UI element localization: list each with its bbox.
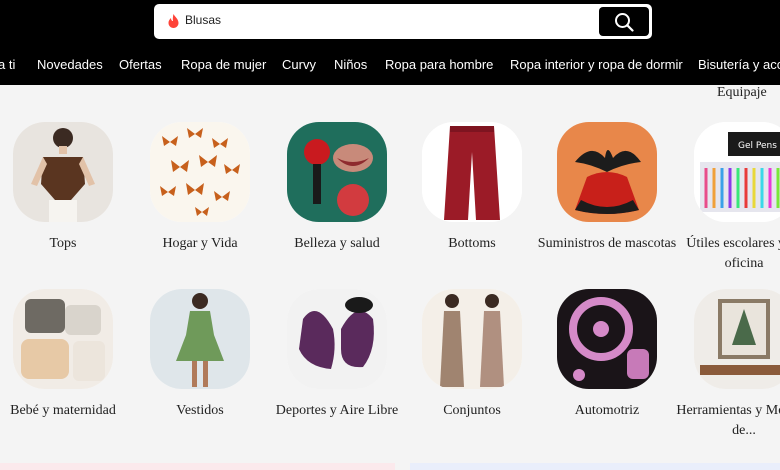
category-tile-hogar[interactable]: Hogar y Vida [130, 122, 270, 254]
category-image-belleza [287, 122, 387, 222]
category-image-conjuntos [422, 289, 522, 389]
nav-item-curvy[interactable]: Curvy [282, 57, 316, 72]
nav-item-ropa-para-hombre[interactable]: Ropa para hombre [385, 57, 493, 72]
svg-text:Gel Pens: Gel Pens [738, 141, 777, 151]
category-label-bottoms: Bottoms [448, 236, 496, 251]
category-label-tops: Tops [49, 236, 77, 251]
category-image-bebe [13, 289, 113, 389]
category-label-hogar: Hogar y Vida [162, 236, 238, 251]
category-tile-bebe[interactable]: Bebé y maternidad [0, 289, 133, 421]
search-box[interactable]: Blusas [154, 4, 652, 39]
header-bar: Blusas a ti Novedades Ofertas Ropa de mu… [0, 0, 780, 85]
category-image-tops [13, 122, 113, 222]
category-image-hogar [150, 122, 250, 222]
nav-item-ninos[interactable]: Niños [334, 57, 367, 72]
category-label-herramientas: Herramientas y Mejoras de... [676, 403, 780, 438]
nav-item-ofertas[interactable]: Ofertas [119, 57, 162, 72]
category-label-vestidos: Vestidos [176, 403, 224, 418]
category-image-deportes [287, 289, 387, 389]
category-tile-bottoms[interactable]: Bottoms [402, 122, 542, 254]
category-tile-tops[interactable]: Tops [0, 122, 133, 254]
category-label-belleza: Belleza y salud [294, 236, 380, 251]
category-tile-mascotas[interactable]: Suministros de mascotas [537, 122, 677, 254]
category-tile-conjuntos[interactable]: Conjuntos [402, 289, 542, 421]
search-input[interactable]: Blusas [185, 13, 221, 27]
search-button[interactable] [599, 7, 649, 36]
nav-item-bisuteria[interactable]: Bisutería y acc [698, 57, 780, 72]
category-image-utiles: Gel Pens [694, 122, 780, 222]
category-label-equipaje[interactable]: Equipaje [717, 85, 767, 101]
category-tile-vestidos[interactable]: Vestidos [130, 289, 270, 421]
category-tile-herramientas[interactable]: Herramientas y Mejoras de... [674, 289, 780, 441]
nav-item-novedades[interactable]: Novedades [37, 57, 103, 72]
category-label-conjuntos: Conjuntos [443, 403, 501, 418]
category-label-deportes: Deportes y Aire Libre [275, 403, 399, 418]
category-image-automotriz [557, 289, 657, 389]
bottom-banner-right [410, 463, 780, 470]
category-tile-belleza[interactable]: Belleza y salud [267, 122, 407, 254]
category-tile-deportes[interactable]: Deportes y Aire Libre [267, 289, 407, 421]
category-tile-automotriz[interactable]: Automotriz [537, 289, 677, 421]
category-image-mascotas [557, 122, 657, 222]
bottom-banner-left [0, 463, 395, 470]
category-tile-utiles[interactable]: Gel Pens Útiles escolares y de ofici [674, 122, 780, 274]
category-label-mascotas: Suministros de mascotas [537, 236, 677, 251]
nav-item-para-ti[interactable]: a ti [0, 57, 15, 72]
category-label-automotriz: Automotriz [574, 403, 640, 418]
category-image-herramientas [694, 289, 780, 389]
category-label-utiles: Útiles escolares y de oficina [686, 236, 780, 271]
nav-item-ropa-interior[interactable]: Ropa interior y ropa de dormir [510, 57, 683, 72]
nav-item-ropa-de-mujer[interactable]: Ropa de mujer [181, 57, 266, 72]
search-icon [615, 13, 634, 32]
category-label-bebe: Bebé y maternidad [10, 403, 116, 418]
category-grid: Equipaje Tops Hogar y Vida Belleza y sal… [0, 85, 780, 470]
category-image-bottoms [422, 122, 522, 222]
category-image-vestidos [150, 289, 250, 389]
flame-icon [168, 14, 179, 28]
